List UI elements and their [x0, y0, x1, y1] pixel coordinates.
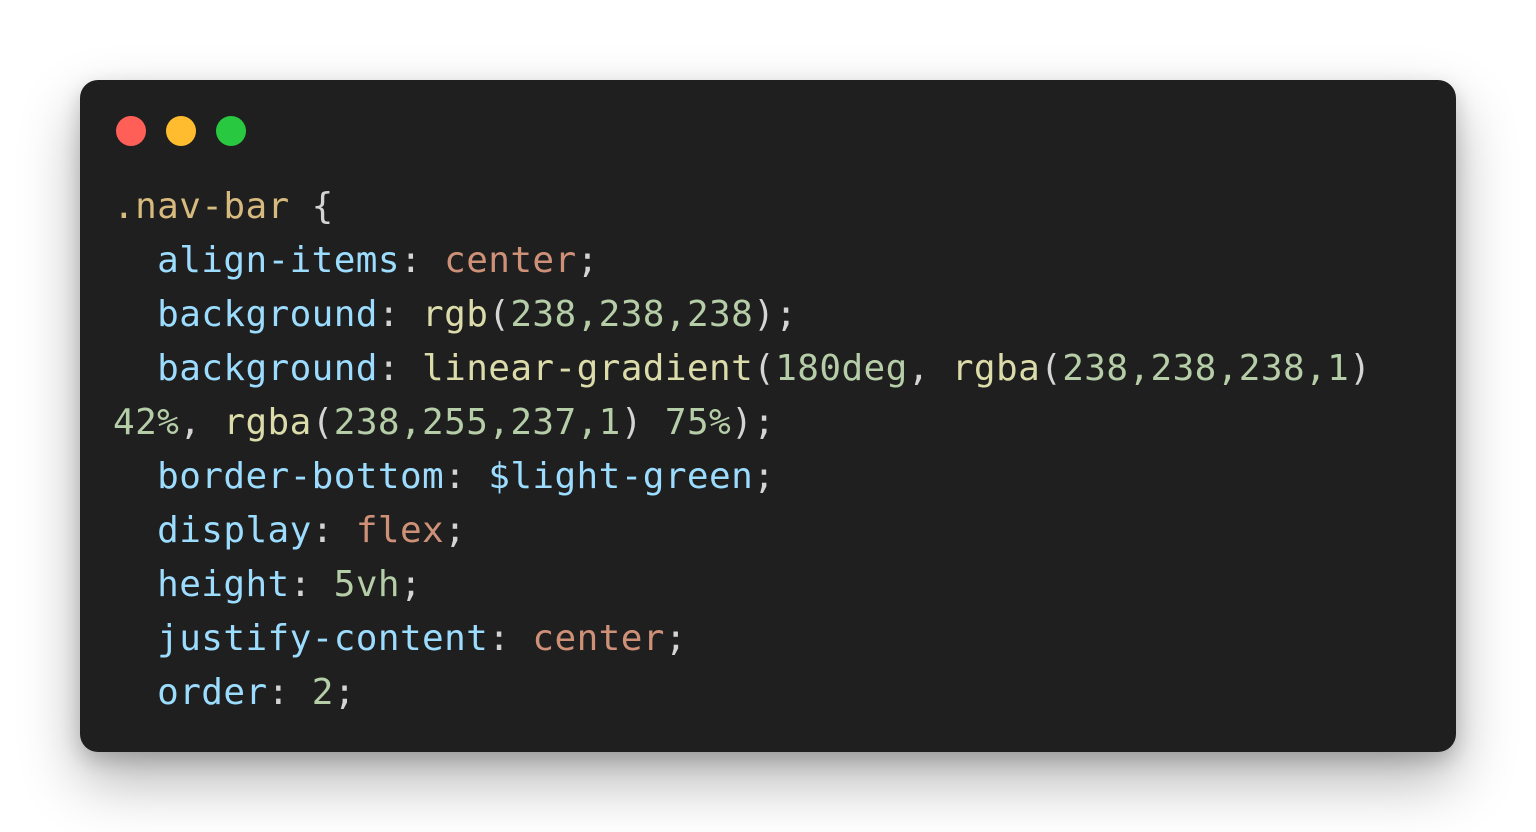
code-line: justify-content: center;	[113, 612, 1433, 666]
code-token: ;	[664, 618, 687, 659]
code-token: ;	[576, 240, 599, 281]
code-token: (	[488, 294, 511, 335]
code-line: 42%, rgba(238,255,237,1) 75%);	[113, 396, 1433, 450]
code-token: (	[311, 402, 334, 443]
code-token: ,	[179, 402, 224, 443]
code-token: :	[444, 456, 489, 497]
maximize-button[interactable]	[216, 116, 246, 146]
code-token: rgba	[223, 402, 312, 443]
canvas: .nav-bar { align-items: center; backgrou…	[0, 0, 1536, 832]
code-line: height: 5vh;	[113, 558, 1433, 612]
code-token: align-items	[113, 240, 400, 281]
code-token: :	[488, 618, 533, 659]
code-token: );	[753, 294, 798, 335]
code-token: linear-gradient	[422, 348, 754, 389]
code-token: $light-green	[488, 456, 754, 497]
code-token: :	[311, 510, 356, 551]
code-token: )	[1349, 348, 1372, 389]
code-line: background: linear-gradient(180deg, rgba…	[113, 342, 1433, 396]
code-token: 238,238,238,1	[1062, 348, 1350, 389]
code-token: height	[113, 564, 290, 605]
code-token: .nav-bar	[113, 186, 290, 227]
code-token: order	[113, 672, 268, 713]
code-token: rgb	[422, 294, 489, 335]
code-token: center	[444, 240, 577, 281]
code-token: justify-content	[113, 618, 489, 659]
code-window: .nav-bar { align-items: center; backgrou…	[80, 80, 1456, 752]
code-line: order: 2;	[113, 666, 1433, 720]
code-line: align-items: center;	[113, 234, 1433, 288]
code-token: background	[113, 294, 378, 335]
code-token: 5vh	[333, 564, 400, 605]
code-token: (	[753, 348, 776, 389]
code-token: background	[113, 348, 378, 389]
code-token: :	[377, 294, 423, 335]
code-token: 42%	[113, 402, 180, 443]
code-token: :	[267, 672, 312, 713]
code-token: :	[377, 348, 423, 389]
code-token: ;	[753, 456, 776, 497]
code-token: center	[532, 618, 665, 659]
code-token: border-bottom	[113, 456, 445, 497]
code-token: )	[620, 402, 665, 443]
code-token: ,	[907, 348, 952, 389]
close-button[interactable]	[116, 116, 146, 146]
code-line: .nav-bar {	[113, 180, 1433, 234]
code-line: border-bottom: $light-green;	[113, 450, 1433, 504]
code-token: :	[289, 564, 334, 605]
code-token: 180deg	[775, 348, 908, 389]
code-token: ;	[333, 672, 356, 713]
window-controls	[116, 116, 246, 146]
code-token: ;	[444, 510, 467, 551]
code-block: .nav-bar { align-items: center; backgrou…	[113, 180, 1433, 720]
code-token: 238,238,238	[510, 294, 754, 335]
code-token: 238,255,237,1	[333, 402, 621, 443]
minimize-button[interactable]	[166, 116, 196, 146]
code-token: display	[113, 510, 312, 551]
code-token: (	[1040, 348, 1063, 389]
code-token: flex	[355, 510, 445, 551]
code-token: );	[731, 402, 776, 443]
code-token: rgba	[951, 348, 1041, 389]
code-line: display: flex;	[113, 504, 1433, 558]
code-line: background: rgb(238,238,238);	[113, 288, 1433, 342]
code-token: {	[289, 186, 334, 227]
code-token: :	[399, 240, 445, 281]
code-token: 75%	[664, 402, 732, 443]
code-token: 2	[311, 672, 334, 713]
code-token: ;	[399, 564, 423, 605]
